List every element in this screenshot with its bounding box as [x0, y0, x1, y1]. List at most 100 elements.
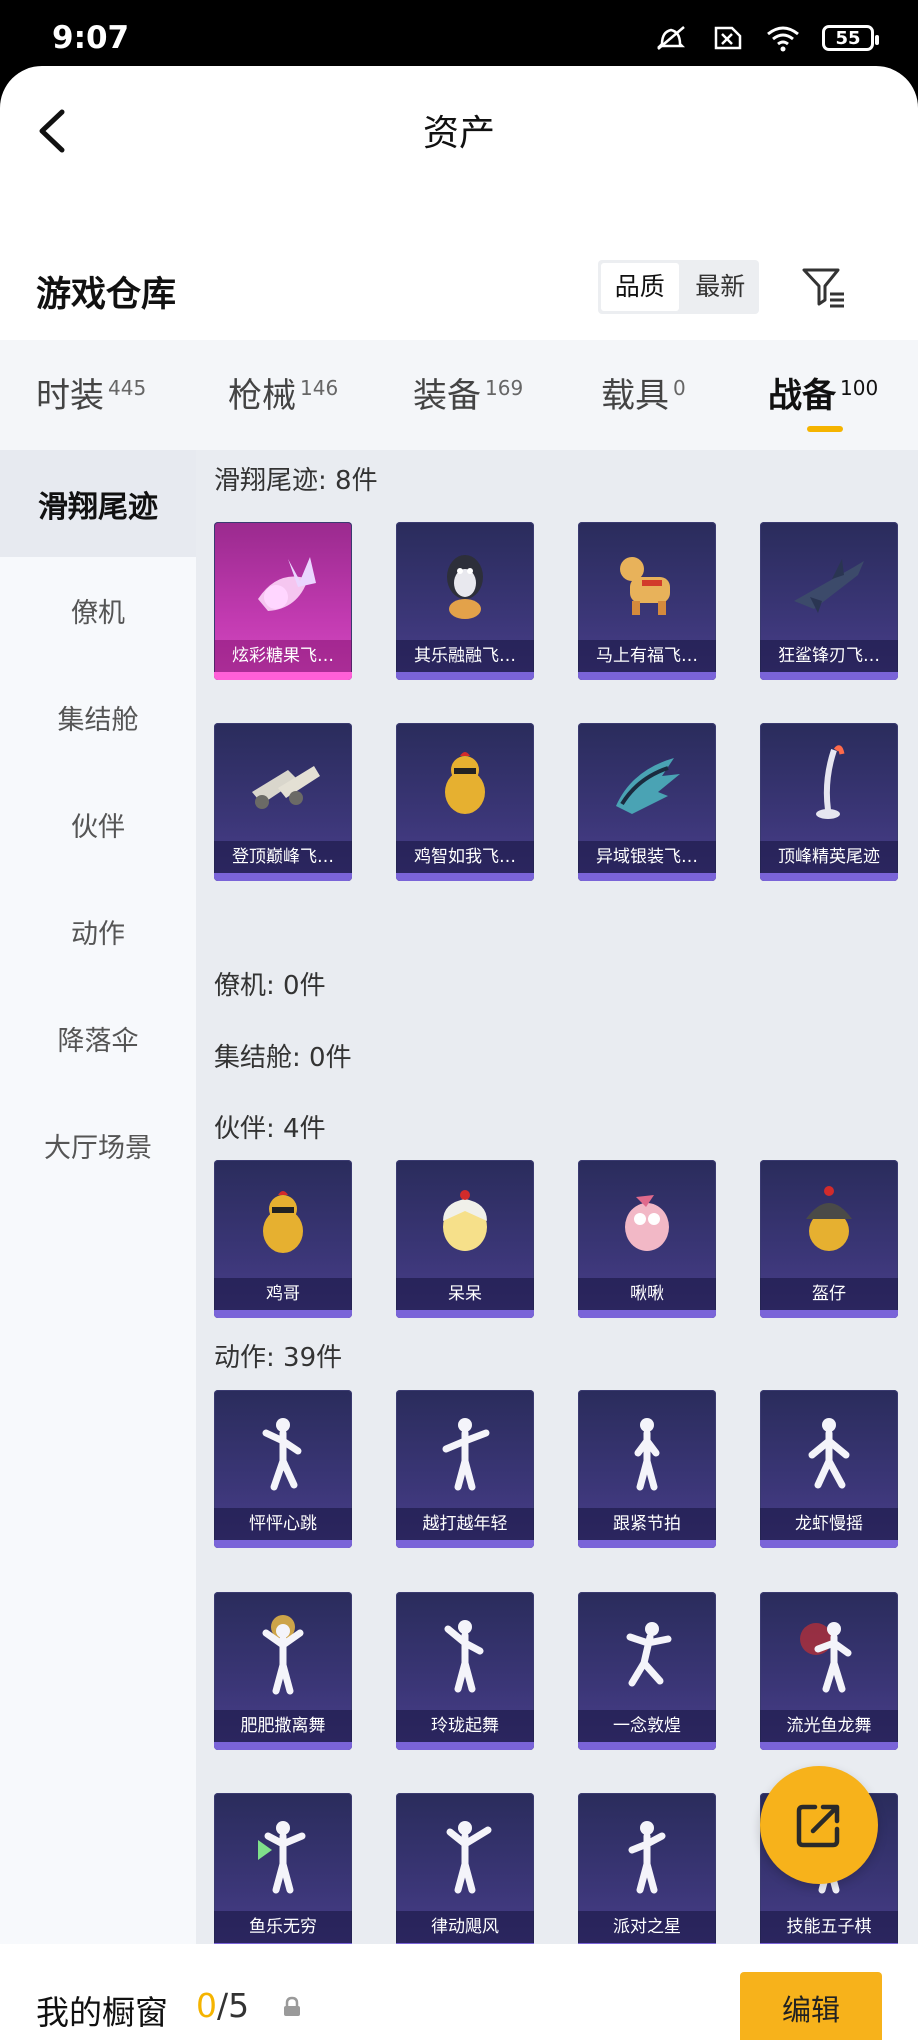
- item-card[interactable]: 怦怦心跳: [214, 1390, 352, 1548]
- item-card[interactable]: 鸡智如我飞…: [396, 723, 534, 881]
- item-art-dancer: [578, 1592, 716, 1716]
- item-card[interactable]: 一念敦煌: [578, 1592, 716, 1750]
- sidebar-item-lobby-scene[interactable]: 大厅场景: [0, 1092, 196, 1199]
- rarity-bar: [760, 873, 898, 881]
- tab-firearms[interactable]: 枪械 146: [228, 368, 338, 417]
- sim-off-icon: [714, 26, 742, 50]
- item-grid: 滑翔尾迹: 8件 炫彩糖果飞… 其乐融融飞… 马上有福飞… 狂鲨锋刃飞… 登顶巅…: [196, 450, 918, 1944]
- sidebar-item-parachute[interactable]: 降落伞: [0, 985, 196, 1092]
- sidebar-item-wingman[interactable]: 僚机: [0, 557, 196, 664]
- item-card[interactable]: 龙虾慢摇: [760, 1390, 898, 1548]
- item-card[interactable]: 鸡哥: [214, 1160, 352, 1318]
- item-card[interactable]: 玲珑起舞: [396, 1592, 534, 1750]
- item-card[interactable]: 流光鱼龙舞: [760, 1592, 898, 1750]
- section-title-assembly-pod: 集结舱: 0件: [214, 1043, 352, 1073]
- rarity-bar: [396, 1742, 534, 1750]
- item-card[interactable]: 呆呆: [396, 1160, 534, 1318]
- battery-icon: 55: [822, 25, 879, 51]
- showcase-current: 0: [196, 1986, 217, 2025]
- rarity-bar: [396, 672, 534, 680]
- tab-label: 装备: [413, 376, 481, 416]
- item-art-candy: [214, 522, 352, 646]
- rarity-bar: [578, 873, 716, 881]
- rarity-bar: [760, 1742, 898, 1750]
- item-label: 流光鱼龙舞: [760, 1710, 898, 1742]
- item-label: 律动飓风: [396, 1911, 534, 1943]
- rarity-bar: [396, 1310, 534, 1318]
- filter-icon[interactable]: [800, 264, 848, 312]
- status-bar: 9:07 55: [0, 0, 918, 70]
- tab-label: 枪械: [228, 376, 296, 416]
- item-art-helmet-chick: [760, 1160, 898, 1284]
- showcase-bar: 我的橱窗 0/5 编辑: [0, 1944, 918, 2040]
- app-container: 资产 游戏仓库 品质 最新 时装 445 枪械 146 装备 169 载具 0 战备 10…: [0, 66, 918, 2040]
- item-art-silver-wings: [578, 723, 716, 847]
- item-label: 一念敦煌: [578, 1710, 716, 1742]
- share-export-icon: [796, 1804, 840, 1848]
- item-art-dancer: [396, 1592, 534, 1716]
- rarity-bar: [578, 1310, 716, 1318]
- tab-fashion[interactable]: 时装 445: [36, 368, 146, 417]
- sidebar-item-companion[interactable]: 伙伴: [0, 771, 196, 878]
- showcase-count: 0/5: [196, 1986, 249, 2025]
- mute-icon: [656, 26, 686, 50]
- showcase-label: 我的橱窗: [36, 1993, 168, 2032]
- item-label: 其乐融融飞…: [396, 640, 534, 672]
- rarity-bar: [214, 873, 352, 881]
- item-art-dancer-red: [760, 1592, 898, 1716]
- item-card[interactable]: 盔仔: [760, 1160, 898, 1318]
- tab-equipment[interactable]: 装备 169: [413, 368, 523, 417]
- tab-vehicles[interactable]: 载具 0: [601, 368, 686, 417]
- item-card[interactable]: 鱼乐无穷: [214, 1793, 352, 1944]
- tab-count: 0: [673, 375, 686, 400]
- item-card[interactable]: 狂鲨锋刃飞…: [760, 522, 898, 680]
- item-card[interactable]: 肥肥撒离舞: [214, 1592, 352, 1750]
- rarity-bar: [214, 672, 352, 680]
- page-title: 资产: [422, 113, 495, 154]
- item-card[interactable]: 律动飓风: [396, 1793, 534, 1944]
- item-card[interactable]: 马上有福飞…: [578, 522, 716, 680]
- rarity-bar: [214, 1742, 352, 1750]
- content-area: 滑翔尾迹 僚机 集结舱 伙伴 动作 降落伞 大厅场景 滑翔尾迹: 8件 炫彩糖果…: [0, 450, 918, 1944]
- sort-quality[interactable]: 品质: [601, 263, 679, 311]
- tab-label: 时装: [36, 376, 104, 416]
- item-card[interactable]: 啾啾: [578, 1160, 716, 1318]
- tab-label: 载具: [601, 376, 669, 416]
- item-label: 怦怦心跳: [214, 1508, 352, 1540]
- item-label: 异域银装飞…: [578, 841, 716, 873]
- sort-newest[interactable]: 最新: [682, 262, 760, 312]
- section-title-wingman: 僚机: 0件: [214, 971, 326, 1001]
- rarity-bar: [214, 1310, 352, 1318]
- tab-battle-gear[interactable]: 战备 100: [768, 368, 878, 417]
- item-card[interactable]: 顶峰精英尾迹: [760, 723, 898, 881]
- item-art-penguin: [396, 522, 534, 646]
- rarity-bar: [760, 1310, 898, 1318]
- rarity-bar: [396, 1540, 534, 1548]
- item-label: 啾啾: [578, 1278, 716, 1310]
- tab-count: 100: [840, 375, 879, 400]
- item-label: 越打越年轻: [396, 1508, 534, 1540]
- sort-toggle: 品质 最新: [598, 260, 759, 314]
- item-card[interactable]: 炫彩糖果飞…: [214, 522, 352, 680]
- section-title-glide-trail: 滑翔尾迹: 8件: [214, 466, 378, 496]
- item-card[interactable]: 异域银装飞…: [578, 723, 716, 881]
- sidebar-item-glide-trail[interactable]: 滑翔尾迹: [0, 450, 196, 557]
- item-art-horse: [578, 522, 716, 646]
- sidebar-item-emote[interactable]: 动作: [0, 878, 196, 985]
- item-card[interactable]: 派对之星: [578, 1793, 716, 1944]
- section-title-emote: 动作: 39件: [214, 1343, 343, 1373]
- item-card[interactable]: 跟紧节拍: [578, 1390, 716, 1548]
- item-art-dancer: [396, 1390, 534, 1514]
- nav-bar: 资产: [0, 66, 918, 206]
- rarity-bar: [760, 672, 898, 680]
- item-label: 肥肥撒离舞: [214, 1710, 352, 1742]
- item-card[interactable]: 登顶巅峰飞…: [214, 723, 352, 881]
- sidebar-item-assembly-pod[interactable]: 集结舱: [0, 664, 196, 771]
- item-card[interactable]: 其乐融融飞…: [396, 522, 534, 680]
- item-card[interactable]: 越打越年轻: [396, 1390, 534, 1548]
- edit-button[interactable]: 编辑: [740, 1972, 882, 2040]
- item-label: 炫彩糖果飞…: [214, 640, 352, 672]
- share-fab-button[interactable]: [760, 1766, 878, 1884]
- tab-count: 146: [300, 375, 339, 400]
- rarity-bar: [578, 672, 716, 680]
